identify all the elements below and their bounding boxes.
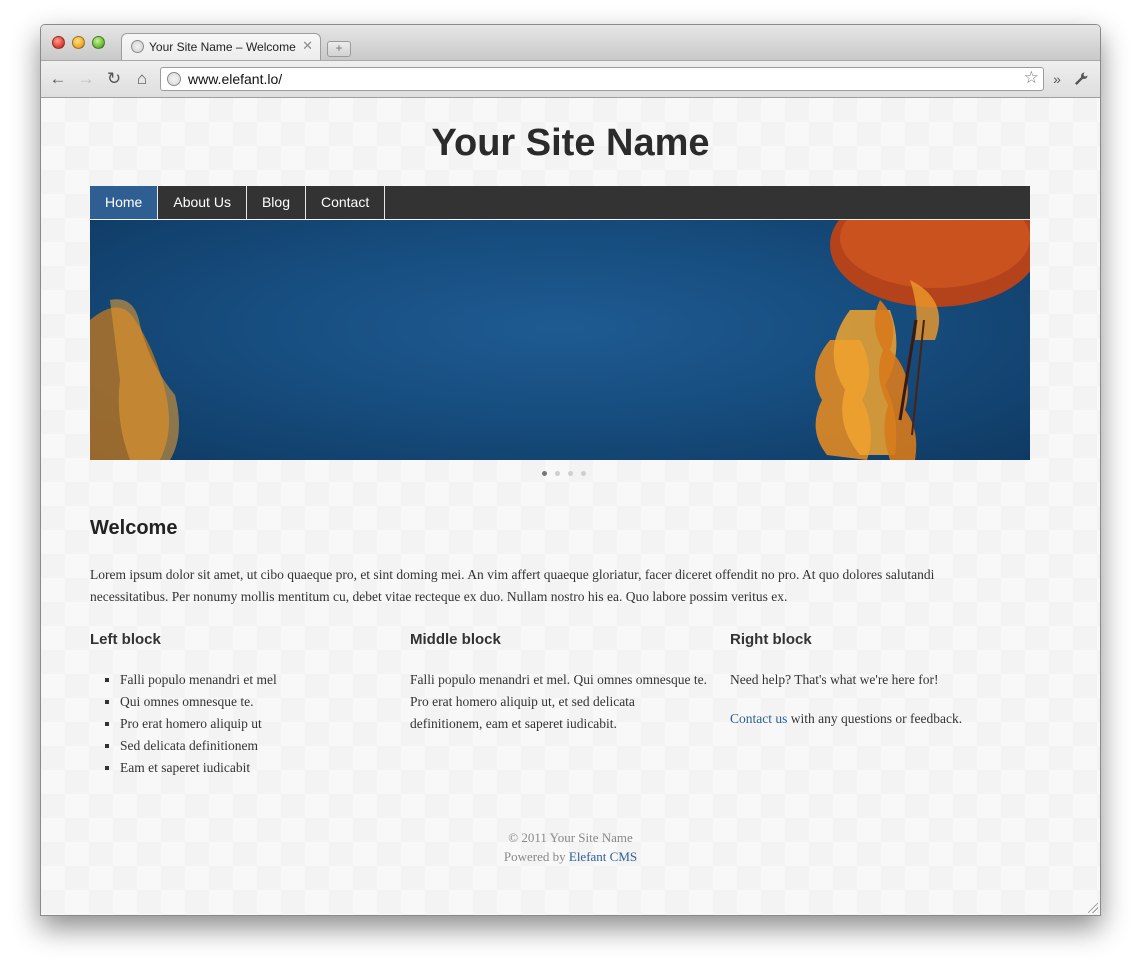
list-item: Eam et saperet iudicabit bbox=[120, 757, 277, 779]
minimize-window-icon[interactable] bbox=[72, 36, 85, 49]
nav-item-contact[interactable]: Contact bbox=[306, 186, 386, 219]
footer: © 2011 Your Site Name Powered by Elefant… bbox=[41, 828, 1100, 866]
tab-strip: Your Site Name – Welcome ✕ + bbox=[41, 25, 1100, 61]
nav-item-blog[interactable]: Blog bbox=[247, 186, 306, 219]
tab-title: Your Site Name – Welcome bbox=[149, 40, 296, 54]
contact-line: Contact us with any questions or feedbac… bbox=[730, 708, 1030, 730]
nav-item-home[interactable]: Home bbox=[90, 186, 159, 219]
globe-icon bbox=[131, 40, 144, 53]
slider-dot[interactable] bbox=[542, 471, 547, 476]
browser-toolbar: ← → ↻ ⌂ www.elefant.lo/ ☆ » bbox=[41, 61, 1100, 98]
site-title[interactable]: Your Site Name bbox=[41, 122, 1100, 165]
wrench-icon[interactable] bbox=[1071, 69, 1091, 89]
powered-by-prefix: Powered by bbox=[503, 849, 569, 864]
help-text: Need help? That's what we're here for! bbox=[730, 672, 939, 687]
copyright: © 2011 Your Site Name bbox=[508, 830, 633, 845]
browser-window: Your Site Name – Welcome ✕ + ← → ↻ ⌂ www… bbox=[40, 24, 1101, 916]
right-block-content: Need help? That's what we're here for! C… bbox=[730, 669, 1030, 747]
list-item: Pro erat homero aliquip ut bbox=[120, 713, 277, 735]
tab-close-icon[interactable]: ✕ bbox=[302, 38, 313, 53]
nav-item-about-us[interactable]: About Us bbox=[158, 186, 247, 219]
url-text[interactable]: www.elefant.lo/ bbox=[188, 71, 282, 87]
new-tab-button[interactable]: + bbox=[327, 41, 351, 57]
left-block-title: Left block bbox=[90, 631, 161, 648]
main-nav: Home About Us Blog Contact bbox=[90, 186, 1030, 219]
list-item: Qui omnes omnesque te. bbox=[120, 691, 277, 713]
left-block-list: Falli populo menandri et mel Qui omnes o… bbox=[90, 669, 277, 779]
contact-us-link[interactable]: Contact us bbox=[730, 711, 787, 726]
hero-slider-image[interactable] bbox=[90, 220, 1030, 460]
middle-block-text: Falli populo menandri et mel. Qui omnes … bbox=[410, 672, 707, 731]
close-window-icon[interactable] bbox=[52, 36, 65, 49]
slider-dot[interactable] bbox=[568, 471, 573, 476]
web-page: Your Site Name Home About Us Blog Contac… bbox=[41, 98, 1100, 915]
middle-block-title: Middle block bbox=[410, 631, 501, 648]
slider-pagination bbox=[542, 471, 586, 476]
address-bar[interactable]: www.elefant.lo/ ☆ bbox=[160, 67, 1044, 91]
home-icon[interactable]: ⌂ bbox=[132, 69, 152, 89]
contact-suffix: with any questions or feedback. bbox=[787, 711, 963, 726]
more-chevron-icon[interactable]: » bbox=[1049, 69, 1065, 89]
bookmark-star-icon[interactable]: ☆ bbox=[1024, 68, 1039, 88]
list-item: Falli populo menandri et mel bbox=[120, 669, 277, 691]
browser-tab[interactable]: Your Site Name – Welcome ✕ bbox=[121, 33, 321, 60]
reload-icon[interactable]: ↻ bbox=[104, 69, 124, 89]
zoom-window-icon[interactable] bbox=[92, 36, 105, 49]
welcome-heading: Welcome bbox=[90, 517, 178, 539]
powered-by: Powered by Elefant CMS bbox=[41, 847, 1100, 866]
forward-arrow-icon[interactable]: → bbox=[76, 69, 96, 89]
list-item: Sed delicata definitionem bbox=[120, 735, 277, 757]
intro-paragraph: Lorem ipsum dolor sit amet, ut cibo quae… bbox=[90, 567, 935, 604]
elefant-cms-link[interactable]: Elefant CMS bbox=[569, 849, 637, 864]
globe-icon bbox=[167, 72, 181, 86]
slider-dot[interactable] bbox=[555, 471, 560, 476]
resize-grip[interactable] bbox=[1088, 903, 1098, 913]
right-block-title: Right block bbox=[730, 631, 812, 648]
slider-dot[interactable] bbox=[581, 471, 586, 476]
jellyfish-image bbox=[90, 220, 1030, 460]
back-arrow-icon[interactable]: ← bbox=[48, 69, 68, 89]
